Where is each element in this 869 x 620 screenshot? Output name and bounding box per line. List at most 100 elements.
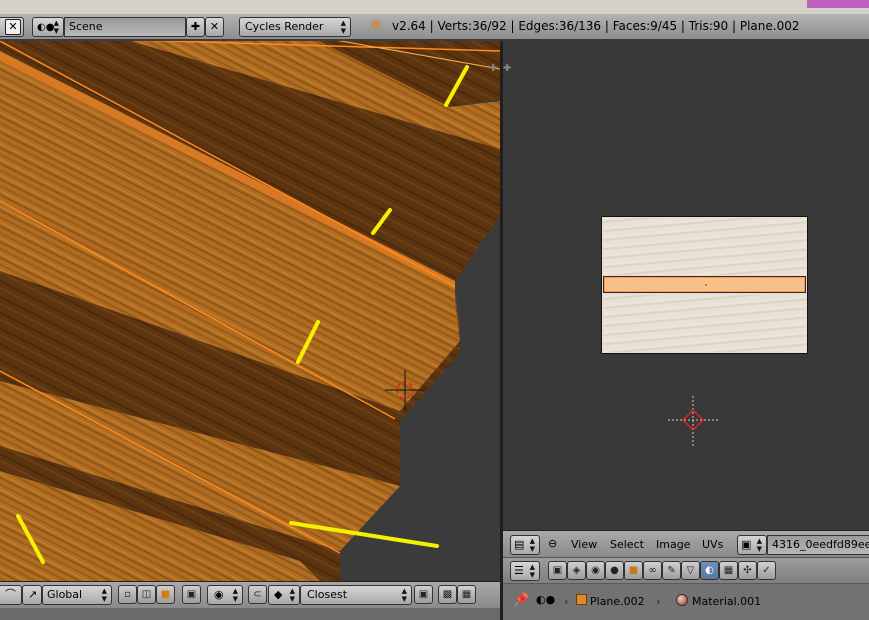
proportional-edit-dropdown[interactable]: ◉ ▲ ▼ <box>207 585 243 605</box>
tab-particles[interactable]: ✣ <box>738 561 757 580</box>
chevron-updown-icon: ▲ ▼ <box>101 587 107 603</box>
breadcrumb-material[interactable]: Material.001 <box>692 595 761 608</box>
tab-material[interactable]: ◐ <box>700 561 719 580</box>
image-editor-icon: ▤ <box>514 538 525 551</box>
cube-icon <box>576 594 587 605</box>
snap-element-icon: ◆ <box>274 588 283 601</box>
orientation-label: Global <box>47 588 83 601</box>
delete-scene-button[interactable]: ✕ <box>205 17 224 37</box>
tab-modifiers[interactable]: ✎ <box>662 561 681 580</box>
properties-context: 📌 ◐● › Plane.002 › Material.001 <box>503 583 869 620</box>
viewport-footer <box>0 608 500 620</box>
editor-type-button[interactable]: ▤ ▲ ▼ <box>510 535 540 555</box>
uv-face-center <box>705 284 707 286</box>
magnet-icon: ⊂ <box>253 589 262 600</box>
blender-logo-icon: ⊚ <box>370 17 382 33</box>
close-icon: ✕ <box>5 19 21 35</box>
texture-icon: ▦ <box>723 565 734 576</box>
menu-view[interactable]: View <box>571 538 597 551</box>
edge-select-icon: ◫ <box>141 589 152 600</box>
face-select-button[interactable]: ■ <box>156 585 175 604</box>
breadcrumb-separator: › <box>564 595 569 608</box>
chevron-updown-icon: ▲ ▼ <box>340 19 346 35</box>
occlude-icon: ▣ <box>186 589 197 600</box>
vertex-select-button[interactable]: ▫ <box>118 585 137 604</box>
transform-orientation-dropdown[interactable]: Global ▲ ▼ <box>42 585 112 605</box>
tab-constraints[interactable]: ∞ <box>643 561 662 580</box>
chevron-updown-icon: ▲ ▼ <box>529 537 535 553</box>
cube-icon: ■ <box>628 565 639 576</box>
uv-texture-image[interactable] <box>601 216 808 354</box>
render-engine-dropdown[interactable]: Cycles Render ▲ ▼ <box>239 17 351 37</box>
tab-render-layers[interactable]: ◈ <box>567 561 586 580</box>
texture-upper <box>603 218 806 275</box>
chevron-updown-icon: ▲ ▼ <box>232 587 238 603</box>
breadcrumb-object[interactable]: Plane.002 <box>590 595 645 608</box>
chevron-updown-icon: ▲ ▼ <box>401 587 407 603</box>
material-sphere-icon <box>676 594 688 606</box>
properties-header: ☰ ▲ ▼ ▣ ◈ ◉ ● ■ ∞ ✎ ▽ ◐ ▦ ✣ ✓ <box>503 557 869 583</box>
pin-icon[interactable]: 📌 <box>513 593 529 608</box>
editor-type-button[interactable]: ☰ ▲ ▼ <box>510 561 540 581</box>
tab-texture[interactable]: ▦ <box>719 561 738 580</box>
scene-icon: ◐● <box>37 22 55 33</box>
opengl-render-anim-button[interactable]: ▦ <box>457 585 476 604</box>
edge-select-button[interactable]: ◫ <box>137 585 156 604</box>
tab-object[interactable]: ■ <box>624 561 643 580</box>
area-split-widget-icon[interactable]: ✚ <box>503 63 511 74</box>
scene-icon: ◐● <box>536 593 556 606</box>
uv-selected-face[interactable] <box>603 276 806 293</box>
snap-align-button[interactable]: ▣ <box>414 585 433 604</box>
tab-physics[interactable]: ✓ <box>757 561 776 580</box>
3d-viewport[interactable] <box>0 41 500 581</box>
chevron-updown-icon: ▲ ▼ <box>529 563 535 579</box>
image-name-field[interactable]: 4316_0eedfd89ee. <box>767 535 869 555</box>
tab-world[interactable]: ● <box>605 561 624 580</box>
layers-icon: ◈ <box>572 565 581 576</box>
proportional-falloff-button[interactable]: ⌒ <box>0 585 22 605</box>
proportional-edit-icon: ◉ <box>214 588 224 601</box>
close-screen-button[interactable]: ✕ <box>0 17 24 37</box>
chevron-updown-icon: ▲ ▼ <box>53 19 59 35</box>
menu-select[interactable]: Select <box>610 538 644 551</box>
add-scene-button[interactable]: ✚ <box>186 17 205 37</box>
chevron-updown-icon: ▲ ▼ <box>289 587 295 603</box>
limit-selection-button[interactable]: ▣ <box>182 585 201 604</box>
snap-target-dropdown[interactable]: Closest ▲ ▼ <box>300 585 412 605</box>
manipulator-button[interactable]: ↗ <box>22 585 42 605</box>
scene-browse-button[interactable]: ◐● ▲ ▼ <box>32 17 64 37</box>
tab-render[interactable]: ▣ <box>548 561 567 580</box>
snap-align-icon: ▣ <box>418 589 429 600</box>
image-name: 4316_0eedfd89ee. <box>772 538 869 551</box>
menu-image[interactable]: Image <box>656 538 690 551</box>
curve-icon: ⌒ <box>5 588 16 601</box>
scene-name: Scene <box>69 20 103 33</box>
plus-icon: ✚ <box>190 20 201 33</box>
properties-editor-icon: ☰ <box>514 564 524 577</box>
2d-cursor-icon[interactable] <box>668 396 718 446</box>
snap-toggle-button[interactable]: ⊂ <box>248 585 267 604</box>
material-icon: ◐ <box>705 565 714 576</box>
camera-icon: ▣ <box>552 565 563 576</box>
area-split-widget-icon[interactable]: ✚ <box>489 63 497 74</box>
wrench-icon: ✎ <box>667 565 676 576</box>
tab-scene[interactable]: ◉ <box>586 561 605 580</box>
window-title-strip <box>0 0 869 14</box>
mesh-icon: ▽ <box>686 565 695 576</box>
particles-icon: ✣ <box>743 565 752 576</box>
texture-lower <box>603 295 806 352</box>
menu-uvs[interactable]: UVs <box>702 538 723 551</box>
image-browse-button[interactable]: ▣ ▲ ▼ <box>737 535 767 555</box>
camera-icon: ▩ <box>442 589 453 600</box>
snap-element-dropdown[interactable]: ◆ ▲ ▼ <box>268 585 300 605</box>
scene-stats: v2.64 | Verts:36/92 | Edges:36/136 | Fac… <box>392 19 800 33</box>
scene-icon: ◉ <box>591 565 600 576</box>
collapse-menu-icon[interactable]: ⊖ <box>548 537 557 550</box>
image-icon: ▣ <box>741 538 752 551</box>
tab-data[interactable]: ▽ <box>681 561 700 580</box>
world-icon: ● <box>610 565 619 576</box>
3d-viewport-header: ⌒ ↗ Global ▲ ▼ ▫ ◫ ■ ▣ ◉ ▲ ▼ ⊂ ◆ ▲ ▼ Closes… <box>0 581 500 608</box>
stairs-render <box>0 41 500 581</box>
opengl-render-button[interactable]: ▩ <box>438 585 457 604</box>
scene-name-field[interactable]: Scene <box>64 17 186 37</box>
